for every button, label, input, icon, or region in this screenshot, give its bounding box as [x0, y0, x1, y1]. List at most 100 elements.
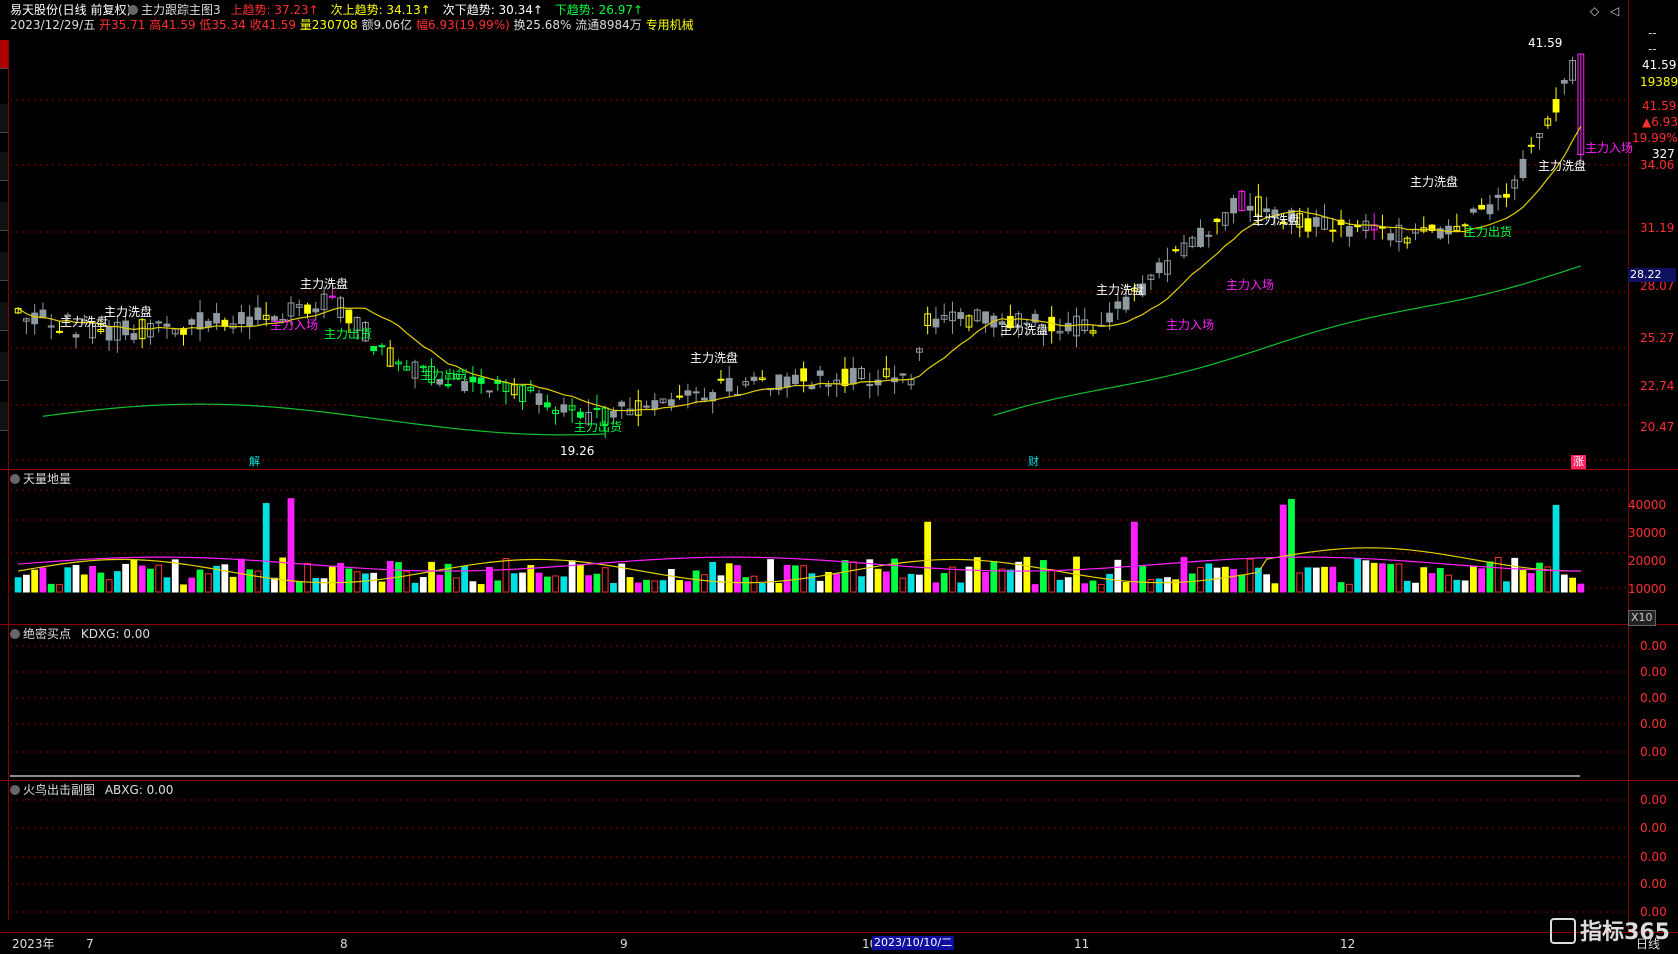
- candle: [907, 374, 915, 390]
- candle-body: [841, 368, 849, 387]
- candle: [1511, 175, 1519, 201]
- cursor-price-badge: 28.22: [1628, 268, 1676, 282]
- volume-bar: [882, 571, 890, 593]
- volume-bar: [122, 563, 130, 593]
- candle-body: [188, 319, 196, 325]
- candle-body: [1345, 226, 1353, 237]
- candle: [229, 315, 237, 334]
- volume-bar: [725, 563, 733, 593]
- volume-bar: [767, 559, 774, 593]
- chart-canvas[interactable]: [0, 0, 1678, 954]
- candle-body: [1263, 208, 1271, 213]
- candle: [221, 317, 229, 331]
- candle: [1114, 294, 1122, 320]
- candle-body: [543, 402, 551, 408]
- grid-lines: [10, 99, 1628, 913]
- volume-bar: [1296, 572, 1304, 593]
- candle-body: [791, 374, 799, 385]
- volume-bar: [337, 562, 344, 593]
- candle-body: [1445, 225, 1452, 235]
- candle: [560, 397, 568, 417]
- candle: [1056, 318, 1064, 341]
- axis-last: 41.59: [1642, 58, 1677, 72]
- volume-bar: [692, 570, 700, 593]
- signal-label-wash: 主力洗盘: [1538, 159, 1587, 173]
- signal-label-wash: 主力洗盘: [1410, 175, 1459, 189]
- volume-gear-icon[interactable]: [10, 473, 20, 484]
- candle: [915, 346, 923, 362]
- volume-ma-magenta: [18, 556, 1581, 572]
- signal-label-enter: 主力入场: [1226, 278, 1275, 292]
- price-label: 22.74: [1640, 379, 1675, 393]
- volume-bar: [1552, 504, 1560, 593]
- kd-gear-icon[interactable]: [10, 628, 20, 639]
- candle-body: [1519, 158, 1527, 179]
- candle-body: [461, 380, 469, 392]
- volume-bar: [519, 572, 526, 593]
- volume-bar: [386, 560, 394, 593]
- kd-label: 0.00: [1640, 639, 1667, 653]
- volume-bar: [204, 573, 212, 593]
- candle: [486, 390, 493, 398]
- volume-bar: [998, 568, 1006, 593]
- candle-body: [469, 376, 477, 383]
- candle: [750, 371, 758, 385]
- volume-bar: [965, 566, 973, 593]
- candle: [1469, 207, 1477, 215]
- brand-icon: [1550, 918, 1577, 944]
- candle: [1337, 209, 1345, 238]
- volume-bar: [990, 561, 998, 593]
- volume-bar: [147, 568, 154, 593]
- volume-bar: [1279, 504, 1287, 593]
- candle: [1569, 56, 1576, 85]
- volume-bar: [1122, 582, 1130, 593]
- candle: [1064, 311, 1072, 335]
- volume-bar: [758, 583, 766, 593]
- candle: [204, 318, 212, 332]
- volume-bar: [113, 571, 121, 593]
- candle: [543, 394, 551, 411]
- candle: [692, 386, 700, 404]
- volume-bar: [1536, 562, 1543, 593]
- volume-bar: [486, 566, 493, 593]
- volume-bar: [1271, 583, 1279, 593]
- support-line-2: [993, 265, 1582, 416]
- candle: [1354, 220, 1362, 233]
- candle-body: [800, 368, 808, 382]
- volume-bar: [858, 576, 865, 593]
- candle: [519, 384, 526, 410]
- candles: [14, 53, 1585, 438]
- candle-body: [345, 309, 353, 324]
- axis-vol: 19389: [1640, 75, 1678, 89]
- candle: [701, 387, 708, 403]
- candle: [1180, 234, 1188, 259]
- candle: [833, 373, 841, 397]
- candle: [1155, 257, 1163, 279]
- volume-bar: [701, 574, 708, 593]
- volume-bar: [750, 575, 758, 593]
- kd-label: 0.00: [1640, 717, 1667, 731]
- candle: [1544, 115, 1552, 129]
- candle: [237, 305, 245, 333]
- candle-body: [535, 393, 543, 405]
- candle-body: [560, 404, 568, 413]
- volume-bar: [915, 574, 923, 593]
- candle-body: [618, 401, 626, 407]
- volume-bar: [1519, 570, 1527, 593]
- candle: [477, 368, 485, 394]
- volume-bar: [1246, 558, 1254, 593]
- candle: [188, 317, 196, 336]
- volume-bar: [734, 565, 741, 593]
- candle-body: [1213, 218, 1221, 223]
- ab-gear-icon[interactable]: [10, 784, 20, 795]
- volume-bar: [560, 576, 568, 593]
- candle: [1205, 231, 1213, 248]
- candle: [949, 301, 956, 334]
- signal-label-wash: 主力洗盘: [300, 277, 349, 291]
- candle: [982, 311, 989, 333]
- candle-body: [667, 399, 675, 406]
- candle: [113, 315, 121, 353]
- signal-label-exit: 主力出货: [1464, 225, 1513, 239]
- candle-body: [692, 391, 700, 394]
- candle-body: [221, 319, 229, 327]
